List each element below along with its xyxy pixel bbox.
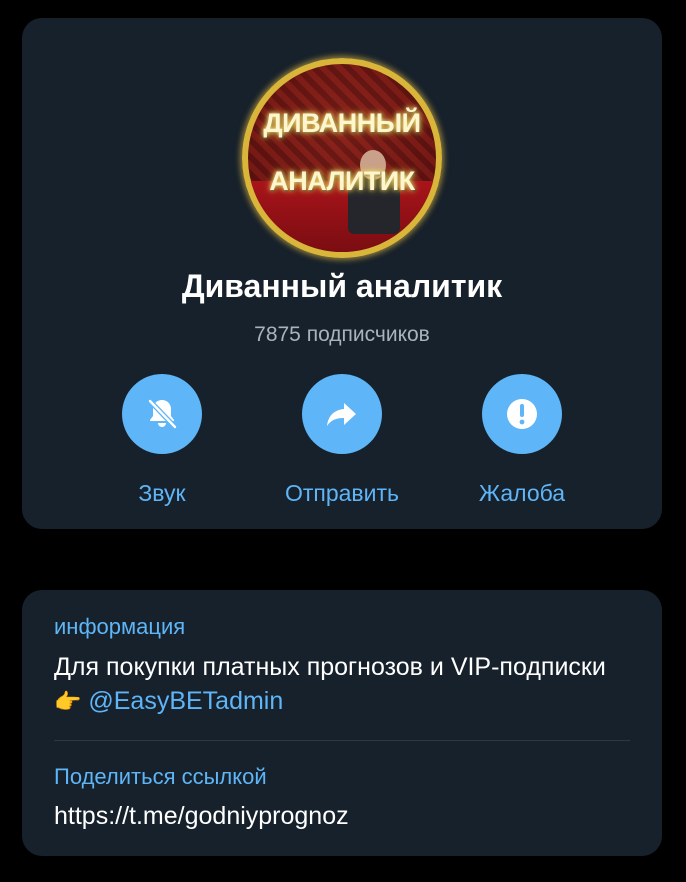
report-button-circle[interactable] (482, 374, 562, 454)
divider (54, 740, 630, 741)
share-link-heading: Поделиться ссылкой (54, 764, 267, 789)
sound-button[interactable]: Звук (82, 374, 242, 507)
share-button-circle[interactable] (302, 374, 382, 454)
share-button[interactable]: Отправить (262, 374, 422, 507)
sound-button-circle[interactable] (122, 374, 202, 454)
channel-info-card: информация Для покупки платных прогнозов… (22, 590, 662, 856)
admin-mention-link[interactable]: @EasyBETadmin (88, 687, 283, 715)
channel-title: Диванный аналитик (181, 268, 503, 304)
channel-avatar[interactable]: ДИВАННЫЙ АНАЛИТИК (242, 58, 442, 258)
subscriber-count: 7875 подписчиков (254, 323, 430, 346)
report-button[interactable]: Жалоба (442, 374, 602, 507)
info-description: Для покупки платных прогнозов и VIP-подп… (54, 650, 614, 719)
share-link-url[interactable]: https://t.me/godniyprognoz (54, 802, 349, 831)
info-description-text: Для покупки платных прогнозов и VIP-подп… (54, 653, 606, 681)
avatar-text-line2: АНАЛИТИК (269, 166, 415, 196)
share-arrow-icon (327, 403, 356, 426)
report-button-label: Жалоба (478, 480, 566, 506)
info-heading: информация (54, 614, 186, 639)
channel-header-card: ДИВАННЫЙ АНАЛИТИК Диванный аналитик 7875… (22, 18, 662, 529)
exclamation-icon (507, 399, 537, 429)
share-button-label: Отправить (284, 480, 400, 506)
avatar-text-line1: ДИВАННЫЙ (263, 108, 421, 138)
sound-button-label: Звук (138, 480, 186, 506)
pointing-hand-emoji: 👉 (54, 689, 82, 714)
bell-muted-icon (147, 398, 178, 430)
